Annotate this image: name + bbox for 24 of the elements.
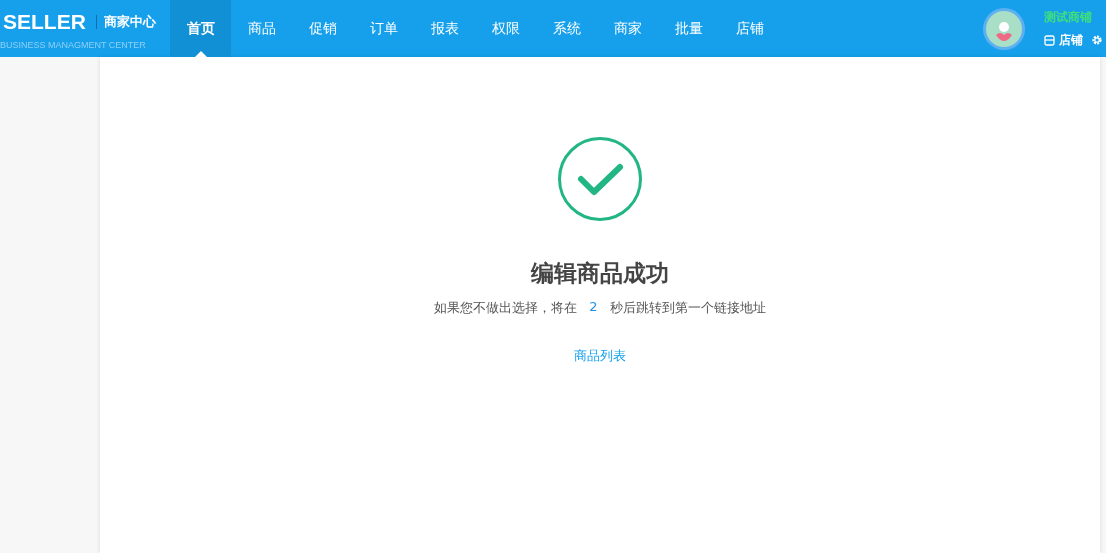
redirect-message: 秒后跳转到第一个链接地址 (609, 299, 766, 317)
nav-tab[interactable]: 系统 (536, 0, 597, 57)
nav-tab[interactable]: 权限 (475, 0, 536, 57)
shop-name: 测试商铺 (1044, 8, 1093, 26)
settings-icon[interactable] (1091, 34, 1103, 46)
nav-tab[interactable]: 促销 (292, 0, 353, 57)
center-title: 商家中心 (103, 12, 156, 31)
shop-link[interactable]: 店铺 (1059, 31, 1083, 49)
nav-tab[interactable]: 首页 (170, 0, 231, 57)
center-subtitle: BUSINESS MANAGMENT CENTER (0, 39, 147, 50)
redirect-message: 如果您不做出选择，将在 (434, 299, 578, 317)
countdown-number: 2 (589, 299, 598, 316)
nav-tab[interactable]: 批量 (658, 0, 719, 57)
avatar-icon[interactable] (982, 6, 1026, 51)
brand-logo: SELLER (2, 9, 86, 34)
store-icon (1044, 34, 1055, 46)
product-list-link[interactable]: 商品列表 (574, 347, 626, 365)
nav-tab[interactable]: 店铺 (719, 0, 780, 57)
result-title: 编辑商品成功 (531, 259, 669, 288)
nav-tab[interactable]: 订单 (353, 0, 414, 57)
nav-tab[interactable]: 商家 (597, 0, 658, 57)
nav-tab[interactable]: 报表 (414, 0, 475, 57)
success-check-icon (557, 136, 643, 222)
nav-tab[interactable]: 商品 (231, 0, 292, 57)
